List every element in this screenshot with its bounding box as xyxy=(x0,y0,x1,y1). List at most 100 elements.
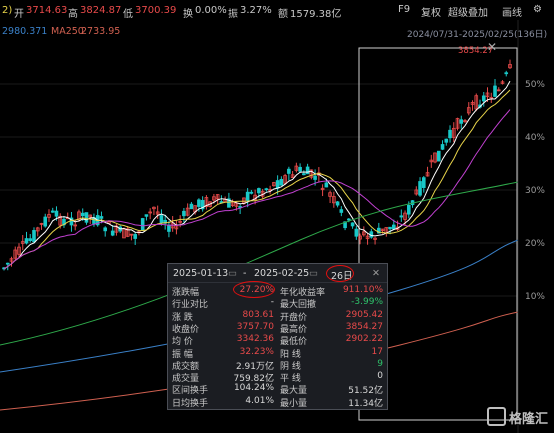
candle-body xyxy=(440,144,445,150)
stats-row: 区间换手 104.24% 最大量 51.52亿 xyxy=(168,383,387,397)
candle-body xyxy=(257,188,261,194)
stat-value: 2905.42 xyxy=(345,309,383,320)
stat-value: 4.01% xyxy=(245,395,274,406)
stats-row: 成交量 759.82亿平 线 0 xyxy=(168,371,387,384)
ma250-label: MA250 xyxy=(51,26,84,37)
stat-value: 3854.27 xyxy=(345,321,383,332)
candle-body xyxy=(32,230,36,243)
stat-value: 17 xyxy=(371,346,383,357)
stat-value: 3757.70 xyxy=(236,321,274,332)
candle-body xyxy=(481,95,486,102)
candle-body xyxy=(504,72,509,75)
candle-body xyxy=(182,210,186,217)
candle-body xyxy=(189,203,194,210)
candle-body xyxy=(421,177,426,188)
ma10-line xyxy=(3,89,511,270)
amplitude-label: 振 xyxy=(228,9,238,20)
date-separator: - xyxy=(243,268,247,279)
candle-body xyxy=(5,262,10,265)
candle-body xyxy=(99,216,104,219)
ma5-line xyxy=(3,80,511,270)
candle-body xyxy=(24,238,29,244)
adjust-button[interactable]: 复权 xyxy=(421,4,441,19)
f9-button[interactable]: F9 xyxy=(398,4,410,15)
stat-label: 涨跌幅 xyxy=(172,288,200,298)
candle-body xyxy=(448,129,452,139)
amount-value: 1579.38亿 xyxy=(290,9,342,20)
close-icon[interactable]: ✕ xyxy=(372,268,380,279)
candle-body xyxy=(80,212,85,217)
range-stats-panel: 2025-01-13 ▭ - 2025-02-25 ▭ 26日 ✕ 涨跌幅 27.… xyxy=(167,263,388,410)
logo-text: 格隆汇 xyxy=(508,412,548,427)
candle-body xyxy=(350,222,355,227)
candle-body xyxy=(335,201,340,206)
candle-body xyxy=(418,181,422,196)
y-tick-40: 40% xyxy=(524,133,545,143)
calendar-icon[interactable]: ▭ xyxy=(309,268,318,279)
stat-label: 日均换手 xyxy=(172,398,209,409)
ma20-line xyxy=(3,109,511,270)
stat-value: 803.61 xyxy=(242,309,275,320)
start-date[interactable]: 2025-01-13 xyxy=(173,268,228,279)
candle-body xyxy=(275,180,280,189)
close-selection-icon[interactable]: ✕ xyxy=(487,40,497,54)
panel-header: 2025-01-13 ▭ - 2025-02-25 ▭ 26日 ✕ xyxy=(168,264,387,283)
stat-value: 911.10% xyxy=(342,285,383,295)
candle-body xyxy=(324,182,329,188)
turnover-value: 0.00% xyxy=(195,5,227,16)
ma250-value: 2733.95 xyxy=(81,26,121,37)
stat-value: - xyxy=(270,297,274,308)
candle-body xyxy=(279,178,284,186)
draw-button[interactable]: 画线 xyxy=(502,4,522,19)
stat-label: 均 价 xyxy=(172,337,193,348)
brand-logo: 格隆汇 xyxy=(486,407,548,427)
candle-body xyxy=(159,215,164,224)
open-value: 3714.63 xyxy=(26,5,68,16)
open-label: 开 xyxy=(14,9,24,20)
calendar-icon[interactable]: ▭ xyxy=(228,268,237,279)
candle-body xyxy=(493,85,497,97)
stat-value: 104.24% xyxy=(233,383,274,394)
candle-body xyxy=(313,175,317,180)
y-tick-10: 10% xyxy=(524,292,545,302)
candle-body xyxy=(28,238,33,241)
stat-value: 32.23% xyxy=(239,346,274,357)
stat-value: 0 xyxy=(377,371,383,382)
stats-row: 涨跌幅 27.20% 年化收益率 911.10% xyxy=(168,285,387,298)
high-label: 高 xyxy=(68,9,78,20)
stats-row: 行业对比 - 最大回撤 -3.99% xyxy=(168,297,387,311)
y-tick-30: 30% xyxy=(524,186,545,196)
overlay-button[interactable]: 超级叠加 xyxy=(448,4,488,19)
gear-icon[interactable]: ⚙ xyxy=(533,4,542,15)
stat-label: 最高价 xyxy=(280,324,308,335)
stat-label: 阳 线 xyxy=(280,349,301,360)
y-tick-50: 50% xyxy=(524,80,545,90)
stat-value: -3.99% xyxy=(351,297,383,308)
candle-body xyxy=(287,168,291,174)
candle-body xyxy=(302,173,306,176)
stat-label: 行业对比 xyxy=(172,300,209,311)
candle-body xyxy=(347,218,351,221)
candle-body xyxy=(133,234,137,239)
candle-body xyxy=(54,210,59,217)
stat-value: 11.34亿 xyxy=(348,398,383,409)
candle-body xyxy=(144,214,149,217)
stat-label: 涨 跌 xyxy=(172,312,193,323)
highlight-circle xyxy=(326,265,354,282)
end-date[interactable]: 2025-02-25 xyxy=(254,268,309,279)
ma-value: 2980.371 xyxy=(2,26,48,37)
stat-value: 51.52亿 xyxy=(348,386,383,397)
candle-body xyxy=(84,212,89,223)
candle-body xyxy=(406,204,411,215)
stat-value: 3342.36 xyxy=(236,334,274,345)
stat-label: 最低价 xyxy=(280,337,308,348)
candle-body xyxy=(392,224,396,230)
stats-row: 振 幅 32.23% 阳 线 17 xyxy=(168,346,387,360)
candle-body xyxy=(459,119,464,124)
highlight-circle xyxy=(233,281,275,298)
candle-body xyxy=(110,230,115,236)
candle-body xyxy=(444,138,449,143)
stat-value: 2.91万亿 xyxy=(235,361,274,372)
candle-body xyxy=(50,210,55,213)
candle-body xyxy=(298,166,302,172)
